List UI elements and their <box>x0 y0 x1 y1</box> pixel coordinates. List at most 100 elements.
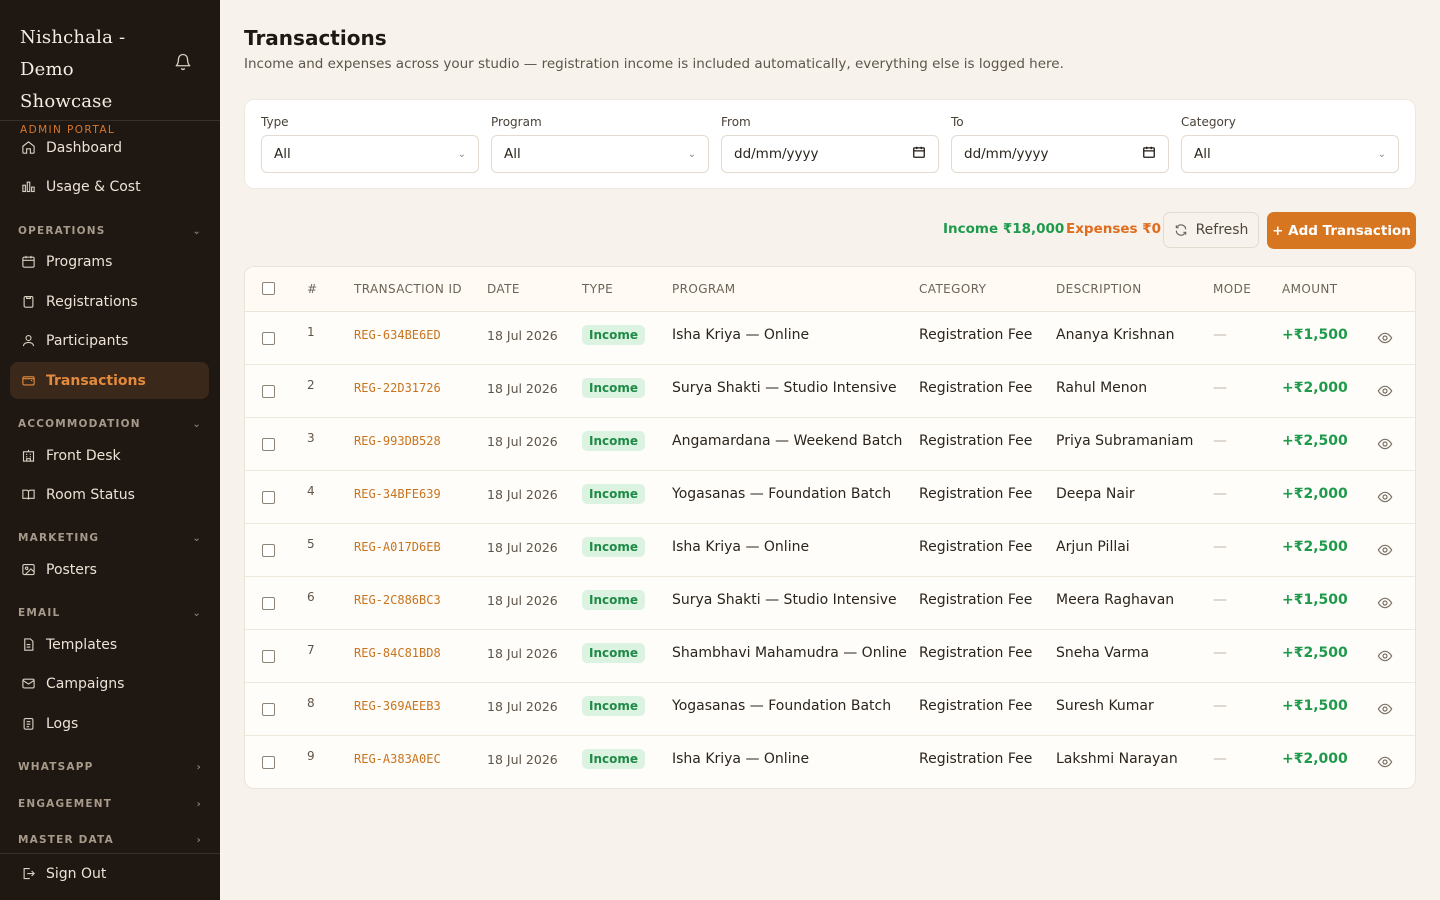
select-all-checkbox[interactable] <box>262 282 275 295</box>
brand: Nishchala - Demo Showcase ADMIN PORTAL <box>20 22 170 136</box>
row-number: 8 <box>307 696 315 710</box>
add-transaction-button[interactable]: + Add Transaction <box>1267 212 1416 249</box>
nav-item-label: Campaigns <box>46 675 125 692</box>
nav-item-dashboard[interactable]: Dashboard <box>10 129 209 166</box>
from-date-input[interactable]: dd/mm/yyyy <box>721 135 939 173</box>
transaction-id[interactable]: REG-993DB528 <box>354 434 441 448</box>
transaction-id[interactable]: REG-34BFE639 <box>354 487 441 501</box>
section-accommodation[interactable]: ACCOMMODATION ⌄ <box>18 416 202 432</box>
row-number: 7 <box>307 643 315 657</box>
transaction-date: 18 Jul 2026 <box>487 752 558 767</box>
filter-from: From dd/mm/yyyy <box>721 115 939 173</box>
eye-icon[interactable] <box>1377 489 1393 505</box>
column-header[interactable]: DATE <box>487 282 520 296</box>
table-row[interactable]: 5 REG-A017D6EB 18 Jul 2026 Income Isha Kriya… <box>245 524 1415 577</box>
nav-item-registrations[interactable]: Registrations <box>10 283 209 320</box>
column-header[interactable]: PROGRAM <box>672 282 736 296</box>
table-row[interactable]: 1 REG-634BE6ED 18 Jul 2026 Income Isha Kriya… <box>245 312 1415 365</box>
column-header[interactable]: AMOUNT <box>1282 282 1338 296</box>
sign-out-button[interactable]: Sign Out <box>10 855 209 892</box>
transaction-id[interactable]: REG-22D31726 <box>354 381 441 395</box>
nav-item-label: Posters <box>46 561 97 578</box>
row-checkbox[interactable] <box>262 756 275 769</box>
payment-mode: — <box>1213 380 1227 396</box>
section-engagement[interactable]: ENGAGEMENT › <box>18 796 202 812</box>
section-operations[interactable]: OPERATIONS ⌄ <box>18 223 202 239</box>
nav-item-transactions[interactable]: Transactions <box>10 362 209 399</box>
nav-item-posters[interactable]: Posters <box>10 551 209 588</box>
payment-mode: — <box>1213 698 1227 714</box>
nav-item-usage-cost[interactable]: Usage & Cost <box>10 168 209 205</box>
transaction-id[interactable]: REG-2C886BC3 <box>354 593 441 607</box>
description: Sneha Varma <box>1056 645 1150 661</box>
table-row[interactable]: 3 REG-993DB528 18 Jul 2026 Income Angamardan… <box>245 418 1415 471</box>
nav-item-room-status[interactable]: Room Status <box>10 476 209 513</box>
refresh-button[interactable]: Refresh <box>1163 212 1259 248</box>
section-marketing[interactable]: MARKETING ⌄ <box>18 530 202 546</box>
home-icon <box>20 140 36 156</box>
transaction-id[interactable]: REG-A017D6EB <box>354 540 441 554</box>
filter-category: Category All ⌄ <box>1181 115 1399 173</box>
section-email[interactable]: EMAIL ⌄ <box>18 605 202 621</box>
column-header[interactable]: DESCRIPTION <box>1056 282 1142 296</box>
row-checkbox[interactable] <box>262 385 275 398</box>
table-row[interactable]: 9 REG-A383A0EC 18 Jul 2026 Income Isha Kriya… <box>245 736 1415 788</box>
filter-label: Category <box>1181 115 1236 129</box>
filter-panel: Type All ⌄ Program All ⌄ From dd/mm/yyyy… <box>244 99 1416 189</box>
table-header: # TRANSACTION ID DATE TYPE PROGRAM CATEG… <box>245 267 1415 312</box>
bell-icon[interactable] <box>174 53 192 71</box>
eye-icon[interactable] <box>1377 595 1393 611</box>
nav-item-campaigns[interactable]: Campaigns <box>10 665 209 702</box>
eye-icon[interactable] <box>1377 330 1393 346</box>
row-checkbox[interactable] <box>262 703 275 716</box>
type-badge: Income <box>582 431 646 451</box>
row-number: 6 <box>307 590 315 604</box>
table-row[interactable]: 4 REG-34BFE639 18 Jul 2026 Income Yogasanas … <box>245 471 1415 524</box>
category-select[interactable]: All ⌄ <box>1181 135 1399 173</box>
transaction-id[interactable]: REG-369AEEB3 <box>354 699 441 713</box>
table-row[interactable]: 2 REG-22D31726 18 Jul 2026 Income Surya Shak… <box>245 365 1415 418</box>
nav-item-logs[interactable]: Logs <box>10 705 209 742</box>
nav-item-programs[interactable]: Programs <box>10 243 209 280</box>
transaction-id[interactable]: REG-84C81BD8 <box>354 646 441 660</box>
column-header[interactable]: TRANSACTION ID <box>354 282 462 296</box>
row-checkbox[interactable] <box>262 544 275 557</box>
eye-icon[interactable] <box>1377 383 1393 399</box>
column-header[interactable]: TYPE <box>582 282 613 296</box>
calendar-icon[interactable] <box>1142 145 1156 163</box>
section-master-data[interactable]: MASTER DATA › <box>18 832 202 848</box>
calendar-icon[interactable] <box>912 145 926 163</box>
eye-icon[interactable] <box>1377 648 1393 664</box>
eye-icon[interactable] <box>1377 436 1393 452</box>
table-row[interactable]: 6 REG-2C886BC3 18 Jul 2026 Income Surya Shak… <box>245 577 1415 630</box>
row-checkbox[interactable] <box>262 650 275 663</box>
table-row[interactable]: 7 REG-84C81BD8 18 Jul 2026 Income Shambhavi … <box>245 630 1415 683</box>
eye-icon[interactable] <box>1377 542 1393 558</box>
eye-icon[interactable] <box>1377 701 1393 717</box>
row-checkbox[interactable] <box>262 332 275 345</box>
filter-label: From <box>721 115 751 129</box>
filter-label: Type <box>261 115 289 129</box>
table-row[interactable]: 8 REG-369AEEB3 18 Jul 2026 Income Yogasanas … <box>245 683 1415 736</box>
nav-item-templates[interactable]: Templates <box>10 626 209 663</box>
row-checkbox[interactable] <box>262 438 275 451</box>
chevron-down-icon: ⌄ <box>687 148 696 160</box>
program-select[interactable]: All ⌄ <box>491 135 709 173</box>
nav-item-participants[interactable]: Participants <box>10 322 209 359</box>
column-header[interactable]: MODE <box>1213 282 1251 296</box>
transaction-id[interactable]: REG-634BE6ED <box>354 328 441 342</box>
eye-icon[interactable] <box>1377 754 1393 770</box>
section-whatsapp[interactable]: WHATSAPP › <box>18 759 202 775</box>
description: Ananya Krishnan <box>1056 327 1175 343</box>
type-select[interactable]: All ⌄ <box>261 135 479 173</box>
brand-title: Nishchala - Demo Showcase <box>20 27 126 112</box>
section-title: ENGAGEMENT <box>18 798 113 810</box>
to-date-input[interactable]: dd/mm/yyyy <box>951 135 1169 173</box>
section-title: MASTER DATA <box>18 834 114 846</box>
column-header[interactable]: CATEGORY <box>919 282 986 296</box>
row-checkbox[interactable] <box>262 597 275 610</box>
row-checkbox[interactable] <box>262 491 275 504</box>
column-header[interactable]: # <box>307 282 317 296</box>
nav-item-front-desk[interactable]: Front Desk <box>10 437 209 474</box>
transaction-id[interactable]: REG-A383A0EC <box>354 752 441 766</box>
